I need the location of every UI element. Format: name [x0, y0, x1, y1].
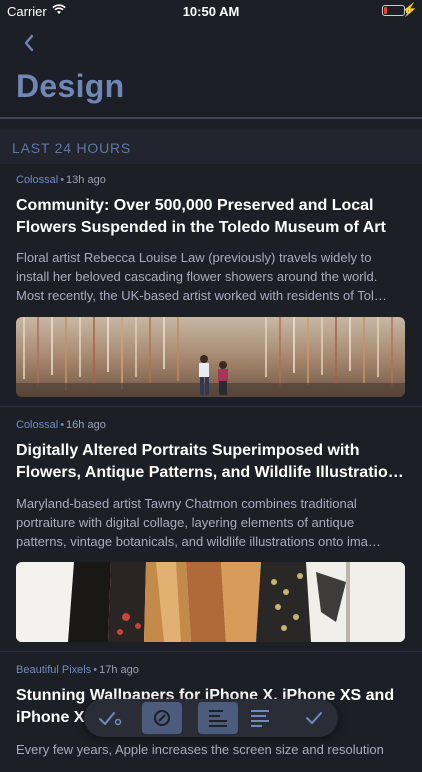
floating-toolbar: [84, 699, 338, 737]
article-age: 13h ago: [66, 174, 106, 186]
flower-installation-image: [16, 317, 405, 397]
charging-bolt-icon: ⚡: [401, 2, 418, 17]
article-age: 17h ago: [99, 664, 139, 676]
article-source[interactable]: Beautiful Pixels: [16, 664, 91, 676]
battery-level: [384, 7, 387, 14]
status-bar: Carrier 10:50 AM ⚡: [0, 0, 422, 22]
article-source[interactable]: Colossal: [16, 174, 58, 186]
article-card[interactable]: Colossal • 16h ago Digitally Altered Portr…: [0, 407, 422, 652]
article-feed: Colossal • 13h ago Community: Over 500,000…: [0, 164, 422, 772]
article-source[interactable]: Colossal: [16, 419, 58, 431]
filter-icon: [154, 710, 170, 726]
article-card[interactable]: Colossal • 13h ago Community: Over 500,000…: [0, 164, 422, 407]
article-title[interactable]: Digitally Altered Portraits Superimposed…: [16, 440, 408, 484]
meta-separator: •: [93, 664, 98, 676]
article-meta: Colossal • 16h ago: [16, 419, 106, 431]
text-align-justify-icon: [251, 710, 269, 727]
mark-read-button[interactable]: [90, 702, 130, 734]
meta-separator: •: [60, 419, 65, 431]
text-align-left-icon: [209, 710, 227, 727]
article-age: 16h ago: [66, 419, 106, 431]
header-divider: [0, 117, 422, 119]
article-meta: Beautiful Pixels • 17h ago: [16, 664, 139, 676]
article-title[interactable]: Community: Over 500,000 Preserved and Lo…: [16, 195, 408, 239]
checkmark-icon: [306, 712, 322, 724]
back-chevron-icon[interactable]: [18, 30, 42, 56]
section-header: LAST 24 HOURS: [0, 130, 422, 164]
page-title: Design: [16, 68, 125, 104]
filter-button[interactable]: [142, 702, 182, 734]
article-thumbnail[interactable]: [16, 317, 405, 397]
portrait-collage-image: [16, 562, 405, 642]
align-justify-button[interactable]: [240, 702, 280, 734]
meta-separator: •: [60, 174, 65, 186]
article-summary: Maryland-based artist Tawny Chatmon comb…: [16, 496, 381, 549]
article-meta: Colossal • 13h ago: [16, 174, 106, 186]
clock: 10:50 AM: [182, 4, 240, 19]
mark-read-icon: [99, 712, 122, 726]
align-left-button[interactable]: [198, 702, 238, 734]
section-label: LAST 24 HOURS: [12, 140, 132, 156]
article-thumbnail[interactable]: [16, 562, 405, 642]
article-summary: Floral artist Rebecca Louise Law (previo…: [16, 250, 387, 303]
done-button[interactable]: [294, 702, 334, 734]
